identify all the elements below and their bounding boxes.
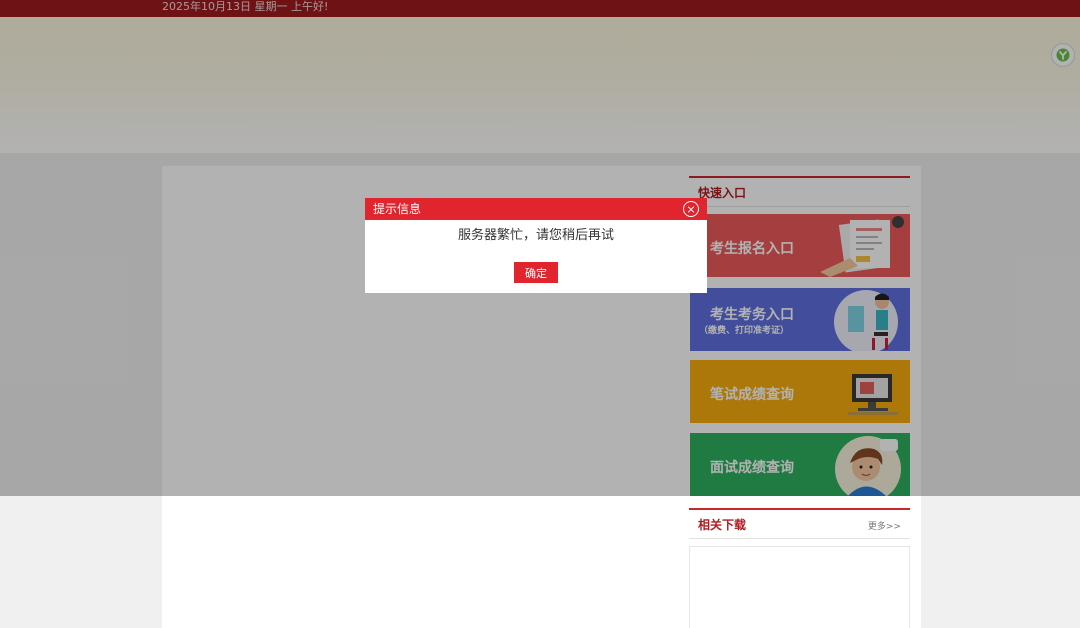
downloads-header: 相关下载 更多>> bbox=[689, 508, 910, 539]
close-icon[interactable] bbox=[683, 201, 699, 217]
ok-button[interactable]: 确定 bbox=[514, 262, 558, 283]
dialog-header: 提示信息 bbox=[365, 198, 707, 220]
downloads-list bbox=[689, 546, 910, 628]
alert-dialog: 提示信息 服务器繁忙，请您稍后再试 确定 bbox=[365, 198, 707, 293]
more-link[interactable]: 更多>> bbox=[868, 519, 901, 532]
downloads-title: 相关下载 bbox=[698, 518, 747, 532]
dialog-message: 服务器繁忙，请您稍后再试 bbox=[457, 228, 614, 243]
dialog-title: 提示信息 bbox=[373, 202, 422, 216]
